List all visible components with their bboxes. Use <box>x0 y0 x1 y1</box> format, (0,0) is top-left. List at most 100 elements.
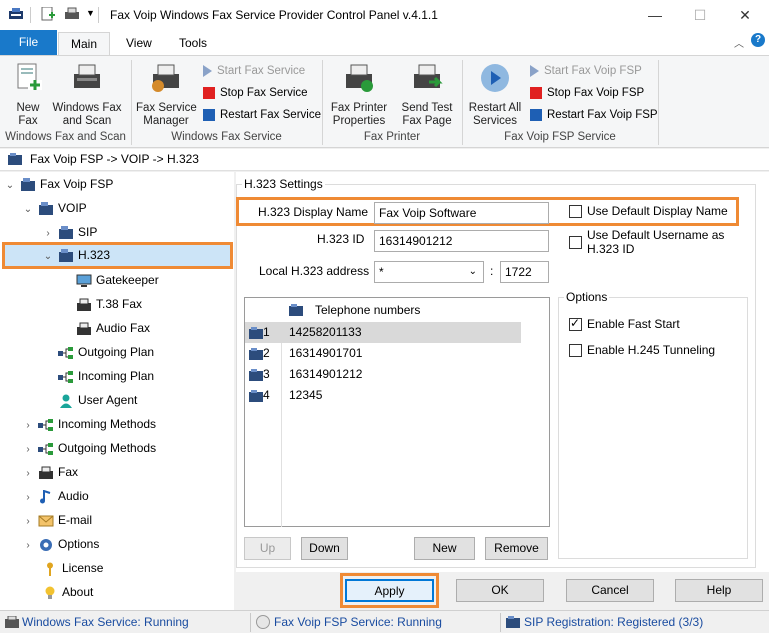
checkbox-box[interactable] <box>569 236 582 249</box>
list-item[interactable]: 2 16314901701 <box>245 343 549 364</box>
remove-button[interactable]: Remove <box>485 537 548 560</box>
windows-fax-status[interactable]: Windows Fax Service: Running <box>22 615 189 629</box>
tree-label: T.38 Fax <box>96 297 143 311</box>
status-separator <box>250 613 251 632</box>
tree-item-voip[interactable]: ⌄ VOIP <box>22 196 87 220</box>
help-button[interactable]: Help <box>675 579 763 602</box>
tab-main[interactable]: Main <box>58 32 110 55</box>
checkbox-label: Use Default Display Name <box>587 204 728 218</box>
maximize-button[interactable]: ☐ <box>677 0 723 30</box>
restart-all-services-button[interactable]: Restart All Services <box>466 62 524 128</box>
tree-item-license[interactable]: License <box>38 556 103 580</box>
row-index: 2 <box>263 346 270 360</box>
chevron-down-icon: ⌄ <box>468 266 477 277</box>
new-fax-quick-icon[interactable] <box>40 7 56 21</box>
tab-file[interactable]: File <box>0 30 57 55</box>
tree-item-email[interactable]: › E-mail <box>22 508 92 532</box>
start-fax-voip-fsp-button[interactable]: Start Fax Voip FSP <box>530 61 642 81</box>
checkbox-box[interactable] <box>569 344 582 358</box>
chevron-right-icon[interactable]: › <box>22 510 34 534</box>
fax-service-manager-button[interactable]: Fax Service Manager <box>136 62 197 128</box>
tree-item-incoming-methods[interactable]: › Incoming Methods <box>22 412 156 436</box>
start-fax-service-label: Start Fax Service <box>217 65 306 77</box>
new-button[interactable]: New <box>414 537 475 560</box>
tree-item-outgoing-methods[interactable]: › Outgoing Methods <box>22 436 156 460</box>
row-index: 4 <box>263 388 270 402</box>
checkbox-box[interactable] <box>569 316 582 332</box>
up-button[interactable]: Up <box>244 537 291 560</box>
checkbox-box[interactable] <box>569 205 582 219</box>
minimize-button[interactable]: — <box>632 0 678 30</box>
apply-button[interactable]: Apply <box>345 579 434 602</box>
windows-fax-scan-button[interactable]: Windows Fax and Scan <box>50 62 124 128</box>
qat-dropdown-icon[interactable]: ▼ <box>86 8 95 18</box>
port-field[interactable] <box>500 261 549 283</box>
play-icon <box>530 64 539 77</box>
chevron-down-icon[interactable]: ⌄ <box>42 246 54 267</box>
list-item[interactable]: 3 16314901212 <box>245 364 549 385</box>
routing-plan-icon <box>38 418 53 431</box>
tree-label: About <box>62 585 94 599</box>
cancel-button[interactable]: Cancel <box>566 579 654 602</box>
telephone-icon <box>249 368 263 381</box>
tree-item-about[interactable]: About <box>38 580 93 604</box>
printer-quick-icon[interactable] <box>64 7 80 21</box>
chevron-down-icon[interactable]: ⌄ <box>4 174 16 198</box>
tree-item-h323[interactable]: ⌄ H.323 <box>2 242 233 269</box>
chevron-right-icon[interactable]: › <box>22 486 34 510</box>
close-button[interactable]: ✕ <box>722 0 768 30</box>
tree-item-incoming-plan[interactable]: Incoming Plan <box>54 364 154 388</box>
stop-fax-voip-fsp-button[interactable]: Stop Fax Voip FSP <box>530 83 644 103</box>
list-item[interactable]: 1 14258201133 <box>245 322 521 343</box>
chevron-right-icon[interactable]: › <box>22 414 34 438</box>
tab-view[interactable]: View <box>112 32 166 55</box>
telephone-number-list[interactable]: Telephone numbers 1 14258201133 2 16314901… <box>244 297 550 527</box>
tree-item-audio-fax[interactable]: Audio Fax <box>72 316 150 340</box>
tree-item-user-agent[interactable]: User Agent <box>54 388 137 412</box>
use-default-display-name-checkbox[interactable]: Use Default Display Name <box>569 204 728 219</box>
tree-item-fax[interactable]: › Fax <box>22 460 78 484</box>
tree-label: License <box>62 561 104 575</box>
send-test-fax-button[interactable]: Send Test Fax Page <box>398 62 456 128</box>
fax-printer-properties-button[interactable]: Fax Printer Properties <box>328 62 390 128</box>
use-default-username-checkbox[interactable]: Use Default Username as H.323 ID <box>569 228 749 256</box>
tab-tools[interactable]: Tools <box>165 32 221 55</box>
tree-item-sip[interactable]: › SIP <box>42 220 97 244</box>
stop-fax-service-button[interactable]: Stop Fax Service <box>203 83 308 103</box>
tree-item-options[interactable]: › Options <box>22 532 99 556</box>
enable-h245-tunneling-checkbox[interactable]: Enable H.245 Tunneling <box>569 343 715 358</box>
enable-fast-start-checkbox[interactable]: Enable Fast Start <box>569 316 680 332</box>
tree-item-fax-voip-fsp[interactable]: ⌄ Fax Voip FSP <box>4 172 114 198</box>
collapse-ribbon-icon[interactable]: ︿ <box>734 35 744 50</box>
start-fax-service-button[interactable]: Start Fax Service <box>203 61 305 81</box>
status-separator <box>500 613 501 632</box>
list-item[interactable]: 4 12345 <box>245 385 549 406</box>
sip-status[interactable]: SIP Registration: Registered (3/3) <box>524 615 703 629</box>
tree-label: SIP <box>78 225 98 239</box>
chevron-right-icon[interactable]: › <box>22 438 34 462</box>
display-name-field[interactable] <box>374 202 549 224</box>
fsp-status[interactable]: Fax Voip FSP Service: Running <box>274 615 442 629</box>
tree-item-audio[interactable]: › Audio <box>22 484 89 508</box>
chevron-right-icon[interactable]: › <box>22 462 34 486</box>
telephone-icon <box>249 326 263 339</box>
ok-button[interactable]: OK <box>456 579 544 602</box>
local-address-select[interactable]: * ⌄ <box>374 261 484 283</box>
restart-icon <box>203 108 215 121</box>
restart-all-icon <box>481 64 509 92</box>
tree-item-outgoing-plan[interactable]: Outgoing Plan <box>54 340 154 364</box>
h323-id-field[interactable] <box>374 230 549 252</box>
chevron-right-icon[interactable]: › <box>22 534 34 558</box>
restart-fax-voip-fsp-button[interactable]: Restart Fax Voip FSP <box>530 105 658 125</box>
restart-fax-service-button[interactable]: Restart Fax Service <box>203 105 321 125</box>
down-button[interactable]: Down <box>301 537 348 560</box>
tree-item-t38-fax[interactable]: T.38 Fax <box>72 292 142 316</box>
telephone-icon <box>249 347 263 360</box>
tree-item-gatekeeper[interactable]: Gatekeeper <box>72 268 159 292</box>
telephone-icon <box>249 389 263 402</box>
new-fax-button[interactable]: New Fax <box>6 62 50 128</box>
checkbox-label: Enable Fast Start <box>587 317 680 331</box>
help-icon[interactable]: ? <box>751 33 765 47</box>
row-number: 12345 <box>289 388 323 402</box>
chevron-down-icon[interactable]: ⌄ <box>22 198 34 222</box>
